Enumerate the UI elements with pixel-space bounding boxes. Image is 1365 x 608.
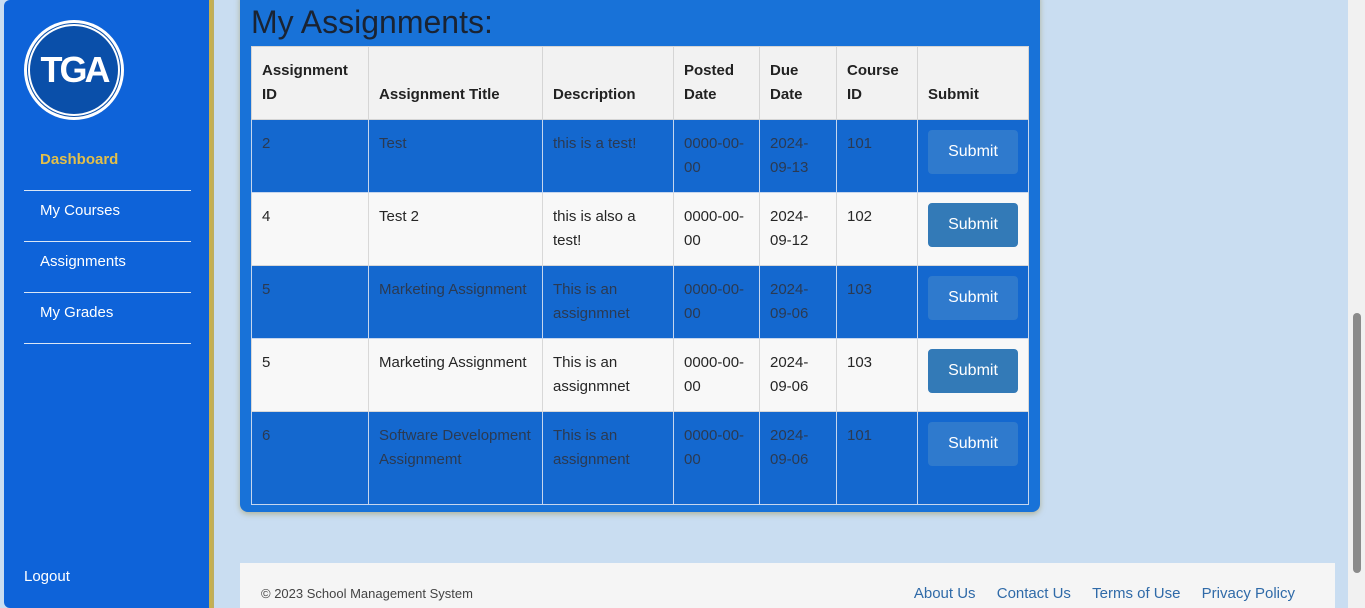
footer: © 2023 School Management System About Us… — [240, 563, 1335, 608]
table-row: 4 Test 2 this is also a test! 0000-00-00… — [251, 192, 1029, 266]
cell-title: Test — [368, 119, 543, 193]
cell-submit: Submit — [917, 119, 1029, 193]
logout-link[interactable]: Logout — [24, 568, 70, 585]
sidebar-item-my-grades[interactable]: My Grades — [24, 293, 191, 344]
assignments-table: Assignment ID Assignment Title Descripti… — [251, 46, 1029, 505]
table-row: 2 Test this is a test! 0000-00-00 2024-0… — [251, 119, 1029, 193]
footer-links: About Us Contact Us Terms of Use Privacy… — [897, 585, 1295, 602]
cell-title: Marketing Assignment — [368, 338, 543, 412]
cell-posted: 0000-00-00 — [673, 338, 760, 412]
cell-id: 6 — [251, 411, 369, 505]
header-posted-date: Posted Date — [673, 46, 760, 120]
copyright-text: © 2023 School Management System — [261, 586, 473, 601]
sidebar-divider — [212, 0, 214, 608]
submit-button[interactable]: Submit — [928, 276, 1018, 320]
cell-submit: Submit — [917, 411, 1029, 505]
cell-due: 2024-09-06 — [759, 411, 837, 505]
page-title: My Assignments: — [251, 4, 493, 40]
table-row: 5 Marketing Assignment This is an assign… — [251, 265, 1029, 339]
table-header-row: Assignment ID Assignment Title Descripti… — [251, 46, 1029, 120]
cell-posted: 0000-00-00 — [673, 411, 760, 505]
table-row: 6 Software Development Assignmemt This i… — [251, 411, 1029, 505]
footer-link-terms-of-use[interactable]: Terms of Use — [1092, 585, 1180, 602]
sidebar-item-my-courses[interactable]: My Courses — [24, 191, 191, 242]
header-assignment-title: Assignment Title — [368, 46, 543, 120]
page-scrollbar[interactable] — [1348, 0, 1365, 608]
sidebar-nav: Dashboard My Courses Assignments My Grad… — [24, 140, 191, 344]
logo-text: TGA — [28, 24, 120, 116]
cell-id: 4 — [251, 192, 369, 266]
table-row: 5 Marketing Assignment This is an assign… — [251, 338, 1029, 412]
footer-link-about-us[interactable]: About Us — [914, 585, 976, 602]
cell-due: 2024-09-06 — [759, 265, 837, 339]
sidebar: TGA Dashboard My Courses Assignments My … — [4, 0, 212, 608]
footer-link-privacy-policy[interactable]: Privacy Policy — [1202, 585, 1295, 602]
header-course-id: Course ID — [836, 46, 918, 120]
cell-course: 101 — [836, 119, 918, 193]
cell-description: this is a test! — [542, 119, 674, 193]
cell-due: 2024-09-13 — [759, 119, 837, 193]
header-assignment-id: Assignment ID — [251, 46, 369, 120]
header-description: Description — [542, 46, 674, 120]
cell-posted: 0000-00-00 — [673, 265, 760, 339]
cell-id: 2 — [251, 119, 369, 193]
submit-button[interactable]: Submit — [928, 349, 1018, 393]
header-due-date: Due Date — [759, 46, 837, 120]
submit-button[interactable]: Submit — [928, 130, 1018, 174]
sidebar-item-dashboard[interactable]: Dashboard — [24, 140, 191, 191]
scrollbar-thumb[interactable] — [1353, 313, 1361, 573]
cell-course: 102 — [836, 192, 918, 266]
cell-posted: 0000-00-00 — [673, 119, 760, 193]
header-submit: Submit — [917, 46, 1029, 120]
cell-course: 103 — [836, 265, 918, 339]
cell-submit: Submit — [917, 265, 1029, 339]
sidebar-item-assignments[interactable]: Assignments — [24, 242, 191, 293]
cell-submit: Submit — [917, 192, 1029, 266]
cell-due: 2024-09-12 — [759, 192, 837, 266]
cell-course: 101 — [836, 411, 918, 505]
cell-title: Test 2 — [368, 192, 543, 266]
cell-description: This is an assignmnet — [542, 265, 674, 339]
assignments-card: My Assignments: Assignment ID Assignment… — [240, 0, 1040, 512]
cell-description: This is an assignmnet — [542, 338, 674, 412]
cell-submit: Submit — [917, 338, 1029, 412]
cell-title: Marketing Assignment — [368, 265, 543, 339]
tga-logo[interactable]: TGA — [24, 20, 124, 120]
cell-description: this is also a test! — [542, 192, 674, 266]
cell-id: 5 — [251, 338, 369, 412]
cell-posted: 0000-00-00 — [673, 192, 760, 266]
cell-course: 103 — [836, 338, 918, 412]
cell-title: Software Development Assignmemt — [368, 411, 543, 505]
cell-description: This is an assignment — [542, 411, 674, 505]
cell-due: 2024-09-06 — [759, 338, 837, 412]
cell-id: 5 — [251, 265, 369, 339]
submit-button[interactable]: Submit — [928, 422, 1018, 466]
footer-link-contact-us[interactable]: Contact Us — [997, 585, 1071, 602]
submit-button[interactable]: Submit — [928, 203, 1018, 247]
